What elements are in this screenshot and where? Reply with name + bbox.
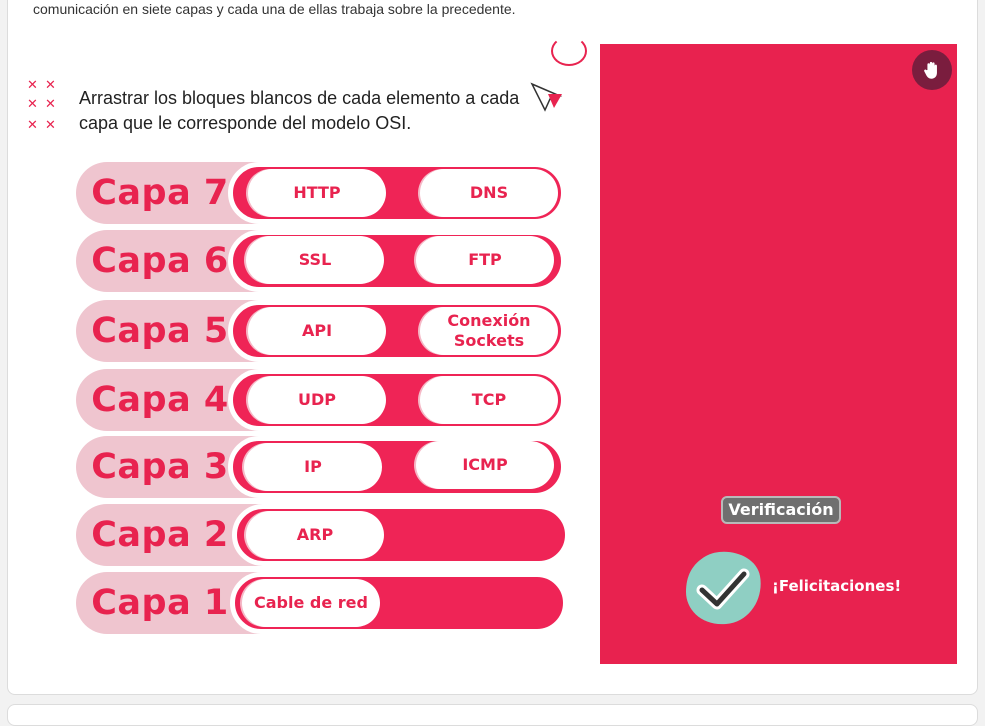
x-pattern-icon: ✕ ✕ ✕ ✕ ✕ ✕	[27, 78, 56, 133]
layer-label: Capa 7	[91, 173, 229, 213]
drag-block[interactable]: DNS	[420, 169, 558, 217]
drag-block[interactable]: IP	[244, 443, 382, 491]
drag-block[interactable]: Conexión Sockets	[420, 307, 558, 355]
drag-block[interactable]: TCP	[420, 376, 558, 424]
layer-label: Capa 4	[91, 380, 229, 420]
layer-label: Capa 6	[91, 241, 229, 281]
layer-label: Capa 1	[91, 583, 229, 623]
layer-row-2: Capa 2 ARP	[76, 504, 570, 566]
drag-block[interactable]: FTP	[416, 236, 554, 284]
circle-decoration	[551, 36, 587, 66]
layer-row-1: Capa 1 Cable de red	[76, 572, 568, 634]
drag-block[interactable]: Cable de red	[242, 579, 380, 627]
layer-row-3: Capa 3 IP ICMP	[76, 436, 566, 498]
layer-row-4: Capa 4 UDP TCP	[76, 369, 566, 431]
layer-label: Capa 3	[91, 447, 229, 487]
feedback-text: ¡Felicitaciones!	[772, 577, 902, 595]
drag-block[interactable]: ICMP	[416, 441, 554, 489]
layer-row-7: Capa 7 HTTP DNS	[76, 162, 566, 224]
checkmark-icon	[684, 550, 764, 630]
drag-block[interactable]: UDP	[248, 376, 386, 424]
drag-block[interactable]: API	[248, 307, 386, 355]
layer-row-6: Capa 6 SSL FTP	[76, 230, 566, 292]
intro-text: comunicación en siete capas y cada una d…	[33, 1, 516, 17]
layer-label: Capa 2	[91, 515, 229, 555]
layer-row-5: Capa 5 API Conexión Sockets	[76, 300, 566, 362]
hand-button[interactable]	[912, 50, 952, 90]
hand-icon	[924, 61, 937, 79]
drag-block[interactable]: ARP	[246, 511, 384, 559]
drag-block[interactable]: SSL	[246, 236, 384, 284]
instruction-text: Arrastrar los bloques blancos de cada el…	[79, 88, 520, 133]
cursor-icon	[530, 82, 564, 116]
feedback-panel: Verificación ¡Felicitaciones!	[600, 44, 957, 664]
verify-button[interactable]: Verificación	[721, 496, 841, 524]
next-card	[7, 704, 978, 726]
drag-block[interactable]: HTTP	[248, 169, 386, 217]
layer-label: Capa 5	[91, 311, 229, 351]
